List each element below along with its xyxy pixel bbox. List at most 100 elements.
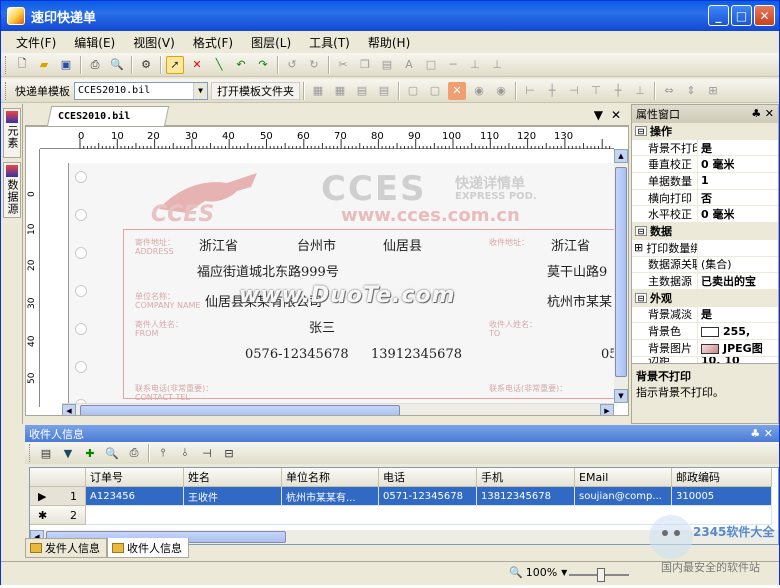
prop-value[interactable]: 否: [698, 190, 712, 206]
align-center-icon[interactable]: ┼: [543, 82, 561, 100]
close-panel-icon[interactable]: ✕: [764, 427, 773, 440]
zoom-slider-handle[interactable]: [597, 568, 605, 582]
menu-tools[interactable]: 工具(T): [300, 34, 359, 51]
canvas-horizontal-scrollbar[interactable]: ◀ ▶: [62, 403, 614, 415]
align-top-icon[interactable]: ⊤: [587, 82, 605, 100]
column-header[interactable]: 邮政编码: [672, 468, 772, 487]
preview-icon[interactable]: 🔍: [103, 444, 121, 462]
prop-value[interactable]: 1: [698, 174, 709, 187]
waybill-paper[interactable]: CCES CCES 快递详情单 EXPRESS POD. www.cces.co…: [68, 163, 618, 407]
group-icon[interactable]: ▦: [309, 82, 327, 100]
close-panel-icon[interactable]: ✕: [765, 107, 774, 120]
filter-icon[interactable]: ▼: [59, 444, 77, 462]
scroll-up-icon[interactable]: ▲: [614, 149, 628, 163]
column-header[interactable]: 手机: [477, 468, 575, 487]
paste-icon[interactable]: ▤: [378, 56, 396, 74]
line-icon[interactable]: ╲: [210, 56, 228, 74]
column-header[interactable]: 单位名称: [282, 468, 379, 487]
sender-tel[interactable]: 0576-12345678: [245, 347, 349, 362]
pin-icon[interactable]: ♣: [750, 427, 760, 440]
prop-row[interactable]: 背景色 255,: [632, 323, 778, 340]
align-icon[interactable]: ⊥: [466, 56, 484, 74]
prop-value[interactable]: 0 毫米: [698, 156, 734, 172]
tab-recipient-info[interactable]: 收件人信息: [107, 538, 189, 558]
chevron-down-icon[interactable]: ▼: [561, 568, 567, 577]
prop-value[interactable]: 0 毫米: [698, 206, 734, 222]
table-cell[interactable]: soujian@comp...: [575, 487, 672, 506]
redo-icon[interactable]: ↷: [254, 56, 272, 74]
save-icon[interactable]: ▣: [57, 56, 75, 74]
add-row-icon[interactable]: ✚: [81, 444, 99, 462]
zoom-control[interactable]: 🔍 100% ▼: [509, 566, 567, 579]
undo-icon[interactable]: ↶: [232, 56, 250, 74]
sender-street[interactable]: 福应街道城北东路999号: [197, 261, 339, 280]
redo-disabled-icon[interactable]: ↻: [305, 56, 323, 74]
copy-icon[interactable]: ❐: [356, 56, 374, 74]
unlock-icon[interactable]: ▢: [426, 82, 444, 100]
sender-county[interactable]: 仙居县: [383, 235, 422, 254]
font-icon[interactable]: A: [400, 56, 418, 74]
recv-company[interactable]: 杭州市某某: [547, 291, 612, 310]
insert-row-icon[interactable]: ⫯: [154, 444, 172, 462]
prop-row[interactable]: 背景图片 JPEG图: [632, 339, 778, 357]
rectangle-icon[interactable]: □: [422, 56, 440, 74]
toolbar-grip[interactable]: [29, 444, 32, 462]
lock-icon[interactable]: ▢: [404, 82, 422, 100]
tab-sender-info[interactable]: 发件人信息: [25, 538, 107, 558]
cut-icon[interactable]: ✂: [334, 56, 352, 74]
scroll-right-icon[interactable]: ▶: [600, 404, 614, 415]
prop-row[interactable]: 主数据源 已卖出的宝: [632, 273, 778, 290]
export-icon[interactable]: ⊟: [220, 444, 238, 462]
row-number[interactable]: ▶ 1: [30, 487, 86, 506]
settings-icon[interactable]: ⚙: [137, 56, 155, 74]
close-document-icon[interactable]: ✕: [611, 108, 621, 122]
column-header[interactable]: 姓名: [184, 468, 282, 487]
align-right-icon[interactable]: ⊣: [565, 82, 583, 100]
same-width-icon[interactable]: ⇔: [660, 82, 678, 100]
close-button[interactable]: ✕: [754, 5, 775, 26]
sender-city[interactable]: 台州市: [297, 235, 336, 254]
scroll-thumb[interactable]: [615, 167, 627, 377]
prop-value[interactable]: 已卖出的宝: [698, 273, 756, 289]
line-style-icon[interactable]: ─: [444, 56, 462, 74]
prop-row[interactable]: 横向打印否: [632, 189, 778, 207]
align-left-icon[interactable]: ⊢: [521, 82, 539, 100]
open-template-folder-button[interactable]: 打开模板文件夹: [211, 81, 300, 100]
sender-mobile[interactable]: 13912345678: [371, 347, 462, 362]
toolbar-grip[interactable]: [5, 81, 8, 100]
delete-icon[interactable]: ✕: [188, 56, 206, 74]
menu-help[interactable]: 帮助(H): [359, 34, 419, 51]
menu-file[interactable]: 文件(F): [7, 34, 65, 51]
undo-disabled-icon[interactable]: ↺: [283, 56, 301, 74]
table-cell[interactable]: 王收件: [184, 487, 282, 506]
tab-list-icon[interactable]: ▼: [594, 108, 603, 122]
prop-value[interactable]: (集合): [698, 256, 732, 272]
collapse-icon[interactable]: ⊟: [635, 226, 647, 237]
tab-document[interactable]: CCES2010.bil: [47, 106, 170, 126]
menu-view[interactable]: 视图(V): [124, 34, 184, 51]
column-header[interactable]: 订单号: [86, 468, 184, 487]
delete-row-icon[interactable]: ⫰: [176, 444, 194, 462]
prop-value[interactable]: 255,: [698, 325, 750, 338]
prop-category[interactable]: ⊟ 外观: [632, 289, 778, 307]
minimize-button[interactable]: _: [708, 5, 729, 26]
prop-value[interactable]: 是: [698, 306, 712, 322]
expand-icon[interactable]: ⊞: [634, 241, 643, 254]
prop-row[interactable]: 背景减淡是: [632, 306, 778, 324]
open-icon[interactable]: ▰: [35, 56, 53, 74]
toolbar-grip[interactable]: [5, 55, 8, 74]
align-bottom-icon[interactable]: ⊥: [631, 82, 649, 100]
table-cell[interactable]: 310005: [672, 487, 772, 506]
same-height-icon[interactable]: ⇕: [682, 82, 700, 100]
sender-name[interactable]: 张三: [309, 317, 335, 336]
same-size-icon[interactable]: ⊞: [704, 82, 722, 100]
menu-format[interactable]: 格式(F): [184, 34, 242, 51]
new-icon[interactable]: 🗋: [13, 56, 31, 74]
table-cell[interactable]: 13812345678: [477, 487, 575, 506]
pin-close-icons[interactable]: ♣ ✕: [751, 107, 774, 120]
prop-row[interactable]: 背景不打印是: [632, 139, 778, 157]
print-icon[interactable]: ⎙: [125, 444, 143, 462]
column-header[interactable]: 电话: [379, 468, 477, 487]
scroll-thumb[interactable]: [80, 405, 400, 415]
distribute-icon[interactable]: ⊥: [488, 56, 506, 74]
